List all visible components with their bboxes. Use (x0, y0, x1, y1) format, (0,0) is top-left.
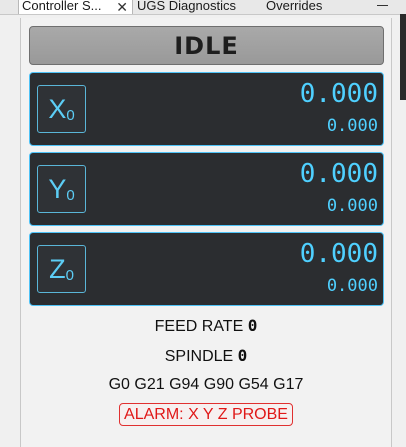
spindle-label: SPINDLE (164, 348, 234, 365)
work-position-z: 0.000 (299, 239, 378, 269)
work-position-x: 0.000 (299, 79, 378, 109)
reset-x-zero-button[interactable]: X0 (37, 85, 86, 133)
window-edge (400, 14, 406, 100)
alarm-container: ALARM: X Y Z PROBE (21, 403, 391, 426)
spindle-line: SPINDLE 0 (21, 346, 391, 366)
window: Controller S... ✕ UGS Diagnostics Overri… (0, 0, 406, 447)
axis-row-y: Y0 0.000 0.000 (29, 152, 384, 226)
gcode-state: G0 G21 G94 G90 G54 G17 (108, 376, 304, 393)
tab-label: Controller S... (22, 0, 102, 11)
machine-position-x: 0.000 (326, 116, 378, 136)
tab-bar: Controller S... ✕ UGS Diagnostics Overri… (0, 0, 406, 15)
reset-z-zero-button[interactable]: Z0 (37, 245, 86, 293)
axis-subscript: 0 (66, 187, 75, 204)
minimize-icon[interactable] (377, 5, 388, 6)
axis-subscript: 0 (65, 267, 74, 284)
reset-y-zero-button[interactable]: Y0 (37, 165, 86, 213)
tab-ugs-diagnostics[interactable]: UGS Diagnostics (137, 0, 236, 14)
feed-rate-line: FEED RATE 0 (21, 316, 391, 336)
tab-label: Overrides (266, 0, 323, 13)
axis-subscript: 0 (66, 107, 75, 124)
tab-overrides[interactable]: Overrides (266, 0, 322, 14)
alarm-badge: ALARM: X Y Z PROBE (119, 403, 293, 426)
axis-letter: Y (48, 174, 67, 204)
controller-state-panel: IDLE X0 0.000 0.000 Y0 0.000 0.000 Z0 0.… (20, 18, 392, 447)
machine-position-z: 0.000 (326, 276, 378, 296)
feed-rate-label: FEED RATE (154, 318, 244, 335)
axis-letter: Z (49, 254, 66, 284)
axis-letter: X (48, 94, 67, 124)
axis-row-x: X0 0.000 0.000 (29, 72, 384, 146)
close-icon[interactable]: ✕ (116, 0, 128, 14)
work-position-y: 0.000 (299, 159, 378, 189)
machine-position-y: 0.000 (326, 196, 378, 216)
feed-rate-value: 0 (247, 316, 258, 335)
spindle-value: 0 (237, 346, 248, 365)
tab-controller-state[interactable]: Controller S... ✕ (18, 0, 133, 14)
machine-state: IDLE (29, 26, 384, 65)
tab-label: UGS Diagnostics (137, 0, 236, 13)
axis-row-z: Z0 0.000 0.000 (29, 232, 384, 306)
